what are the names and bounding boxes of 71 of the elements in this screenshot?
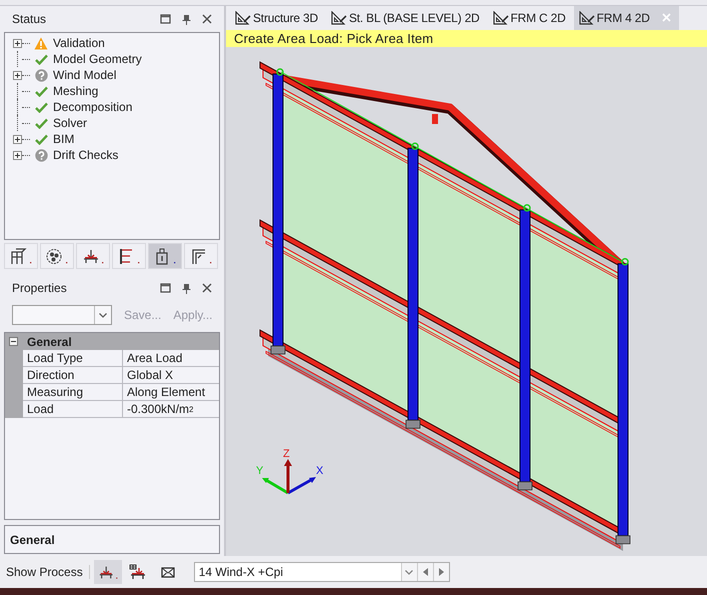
property-name: Measuring (23, 384, 123, 401)
maximize-icon[interactable] (160, 14, 171, 24)
toolbar-button[interactable] (112, 243, 146, 269)
view-tab[interactable]: FRM C 2D (488, 6, 574, 30)
expand-toggle[interactable] (13, 150, 22, 160)
view-tab[interactable]: St. BL (BASE LEVEL) 2D (326, 6, 488, 30)
chevron-down-icon[interactable] (405, 570, 414, 574)
toolbar-button[interactable] (184, 243, 218, 269)
frame-icon (10, 248, 32, 264)
close-icon[interactable] (202, 14, 212, 24)
question-icon (34, 68, 48, 82)
view-tab[interactable]: FRM 4 2D (574, 6, 679, 30)
tree-item[interactable]: BIM (53, 132, 74, 146)
next-icon[interactable] (438, 568, 444, 576)
template-dropdown[interactable] (12, 305, 112, 325)
show-process-label: Show Process (6, 565, 90, 579)
tree-item[interactable]: Drift Checks (53, 148, 118, 162)
category-label: General (27, 334, 72, 348)
toolbar-button[interactable] (76, 243, 110, 269)
panel-title: Properties (12, 281, 68, 295)
info-icon (154, 248, 176, 264)
description-title: General (10, 532, 55, 546)
expand-toggle[interactable] (13, 38, 22, 48)
property-name: Load Type (23, 350, 123, 367)
toolbar-button[interactable] (40, 243, 74, 269)
envelope-icon (160, 566, 175, 578)
prompt-text: Create Area Load: Pick Area Item (234, 31, 434, 46)
tree-item[interactable]: Model Geometry (53, 52, 142, 66)
collapse-toggle[interactable] (9, 337, 18, 346)
property-value[interactable]: Along Element (123, 384, 219, 401)
axis-label: X (316, 465, 324, 477)
levels-icon (118, 248, 140, 264)
property-value[interactable]: Global X (123, 367, 219, 384)
tree-item[interactable]: Validation (53, 36, 105, 50)
load-icon (98, 564, 118, 580)
tree-item[interactable]: Meshing (53, 84, 98, 98)
pin-icon[interactable] (182, 14, 191, 24)
process-button[interactable] (94, 560, 122, 584)
property-value[interactable]: Area Load (123, 350, 219, 367)
previous-icon[interactable] (422, 568, 428, 576)
axis-triad-icon (262, 459, 316, 494)
check-icon (34, 86, 48, 96)
tree-item[interactable]: Wind Model (53, 68, 116, 82)
check-icon (34, 54, 48, 64)
grid-load-icon (128, 564, 147, 580)
load-icon (82, 248, 104, 264)
property-value[interactable]: -0.300kN/m$^{2}$ (123, 401, 219, 418)
load-case-combo[interactable]: 14 Wind-X +Cpi (194, 562, 450, 582)
tree-item[interactable]: Solver (53, 116, 88, 130)
property-name: Direction (23, 367, 123, 384)
panel-title: Status (12, 12, 48, 26)
axis-label: Y (256, 465, 264, 477)
view-tab[interactable]: Structure 3D (230, 6, 326, 30)
pin-icon[interactable] (182, 282, 191, 294)
toolbar-button[interactable] (148, 243, 182, 269)
warning-icon (34, 36, 48, 50)
check-icon (34, 118, 48, 128)
expand-toggle[interactable] (13, 70, 22, 80)
question-icon (34, 148, 48, 162)
check-icon (34, 102, 48, 112)
check-icon (34, 134, 48, 144)
circles-icon (46, 248, 68, 264)
axis-label: Z (283, 448, 290, 460)
section-icon (190, 248, 212, 264)
expand-toggle[interactable] (13, 134, 22, 144)
property-name: Load (23, 401, 123, 418)
maximize-icon[interactable] (160, 283, 171, 293)
tree-item[interactable]: Decomposition (53, 100, 132, 114)
chevron-down-icon (99, 312, 107, 318)
close-icon[interactable] (202, 283, 212, 293)
toolbar-button[interactable] (4, 243, 38, 269)
